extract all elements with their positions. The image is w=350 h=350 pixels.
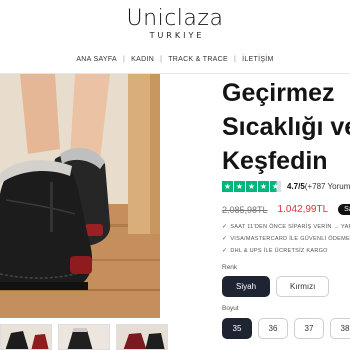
- star-icon: ★: [270, 181, 281, 192]
- thumbnail-2[interactable]: [58, 324, 110, 350]
- rating-count: (+787 Yorum): [304, 182, 350, 191]
- color-option-black[interactable]: Siyah: [222, 276, 271, 297]
- feature-item: ✓ VISA/MASTERCARD İLE GÜVENLİ ÖDEME: [222, 233, 350, 245]
- color-label: Renk: [222, 264, 238, 271]
- product-main-image[interactable]: [0, 74, 160, 318]
- color-option-red[interactable]: Kırmızı: [276, 276, 330, 297]
- star-icon: ★: [258, 181, 269, 192]
- check-icon: ✓: [222, 224, 228, 230]
- feature-text: SAAT 11'DEN ÖNCE SİPARİŞ VERİN → YARIN: [230, 224, 350, 230]
- check-icon: ✓: [222, 236, 228, 242]
- star-icon: ★: [246, 181, 257, 192]
- feature-list: ✓ SAAT 11'DEN ÖNCE SİPARİŞ VERİN → YARIN …: [222, 221, 350, 257]
- size-option-37[interactable]: 37: [294, 318, 324, 339]
- thumbnail-1[interactable]: [0, 324, 52, 350]
- nav-item-women[interactable]: KADIN: [131, 56, 154, 63]
- logo-subtitle: TURKIYE: [149, 31, 205, 40]
- rating-stars: ★ ★ ★ ★ ★: [222, 181, 281, 192]
- size-option-35[interactable]: 35: [222, 318, 252, 339]
- feature-item: ✓ SAAT 11'DEN ÖNCE SİPARİŞ VERİN → YARIN: [222, 221, 350, 233]
- product-title-line-3: Keşfedin: [222, 147, 328, 175]
- nav-separator: |: [123, 56, 126, 63]
- size-options: 35 36 37 38: [222, 318, 350, 339]
- nav-separator: |: [160, 56, 163, 63]
- original-price: 2.085,98TL: [222, 204, 268, 215]
- rating-summary: 4.7/5(+787 Yorum): [287, 182, 350, 191]
- site-logo[interactable]: Uniclaza TURKIYE: [0, 6, 350, 40]
- price-row: 2.085,98TL 1.042,99TL Sale: [222, 204, 350, 215]
- star-icon: ★: [234, 181, 245, 192]
- sale-badge: Sale: [338, 204, 350, 215]
- main-nav: ANA SAYFA | KADIN | TRACK & TRACE | İLET…: [0, 56, 350, 63]
- product-rating[interactable]: ★ ★ ★ ★ ★ 4.7/5(+787 Yorum): [222, 181, 350, 192]
- product-title: Geçirmez Sıcaklığı ve Keşfedin: [222, 76, 350, 178]
- color-options: Siyah Kırmızı: [222, 276, 330, 297]
- product-title-line-1: Geçirmez: [222, 79, 335, 107]
- rating-score: 4.7/5: [287, 182, 305, 191]
- nav-separator: |: [233, 56, 237, 63]
- size-label: Boyut: [222, 305, 239, 312]
- thumbnail-3[interactable]: [116, 324, 168, 350]
- nav-item-contact[interactable]: İLETİŞİM: [242, 56, 274, 63]
- nav-item-home[interactable]: ANA SAYFA: [76, 56, 117, 63]
- feature-text: DHL & UPS İLE ÜCRETSİZ KARGO: [230, 248, 328, 254]
- boot-illustration: [0, 74, 160, 318]
- product-title-line-2: Sıcaklığı ve: [222, 113, 350, 141]
- nav-item-track-trace[interactable]: TRACK & TRACE: [168, 56, 228, 63]
- feature-item: ✓ DHL & UPS İLE ÜCRETSİZ KARGO: [222, 245, 350, 257]
- star-icon: ★: [222, 181, 233, 192]
- sale-price: 1.042,99TL: [277, 204, 329, 215]
- size-option-38[interactable]: 38: [330, 318, 350, 339]
- logo-wordmark: Uniclaza: [126, 6, 224, 31]
- feature-text: VISA/MASTERCARD İLE GÜVENLİ ÖDEME: [230, 236, 350, 242]
- thumbnail-strip: [0, 324, 180, 350]
- check-icon: ✓: [222, 248, 228, 254]
- size-option-36[interactable]: 36: [258, 318, 288, 339]
